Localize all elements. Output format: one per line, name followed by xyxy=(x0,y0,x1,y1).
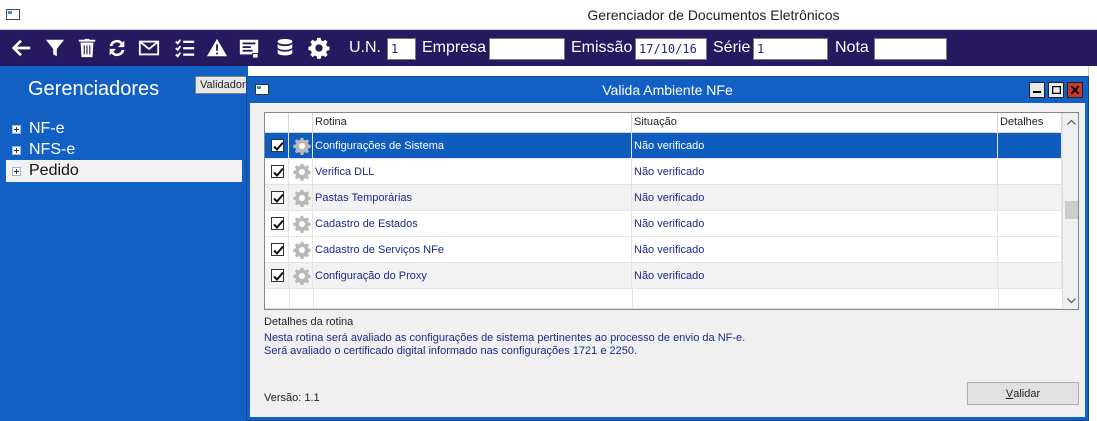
un-input[interactable] xyxy=(387,38,416,60)
sidebar-item-label: NF-e xyxy=(29,120,65,137)
emissao-label: Emissão xyxy=(571,39,633,56)
scroll-down-icon[interactable] xyxy=(1063,292,1078,309)
sidebar-item-pedido[interactable]: Pedido xyxy=(6,160,242,182)
window-title: Gerenciador de Documentos Eletrônicos xyxy=(587,7,840,23)
maximize-button[interactable] xyxy=(1048,82,1064,98)
grid-header: Rotina Situação Detalhes xyxy=(265,113,1062,133)
details-line: Nesta rotina será avaliado as configuraç… xyxy=(264,332,746,344)
row-situacao: Não verificado xyxy=(632,263,998,289)
empty-row xyxy=(265,289,1062,309)
back-arrow-icon[interactable] xyxy=(8,36,34,60)
serie-input[interactable] xyxy=(753,38,828,60)
validar-accelerator: V xyxy=(1005,387,1014,400)
validar-label: alidar xyxy=(1013,387,1041,400)
close-button[interactable] xyxy=(1067,82,1083,98)
row-checkbox[interactable] xyxy=(271,165,284,178)
gear-icon xyxy=(293,137,311,155)
table-row[interactable]: Verifica DLL Não verificado xyxy=(265,159,1062,185)
row-checkbox[interactable] xyxy=(271,217,284,230)
gear-icon xyxy=(293,267,311,285)
row-detalhes xyxy=(998,185,1062,211)
filter-icon[interactable] xyxy=(42,36,68,60)
table-row[interactable]: Configuração do Proxy Não verificado xyxy=(265,263,1062,289)
table-row[interactable]: Configurações de Sistema Não verificado xyxy=(265,133,1062,159)
sidebar-item-nfse[interactable]: NFS-e xyxy=(6,139,242,161)
header-check-col xyxy=(265,113,289,133)
gear-icon xyxy=(293,163,311,181)
details-text: Nesta rotina será avaliado as configuraç… xyxy=(264,332,745,358)
empresa-label: Empresa xyxy=(422,39,487,56)
warning-icon[interactable] xyxy=(204,36,230,60)
table-row[interactable]: Cadastro de Serviços NFe Não verificado xyxy=(265,237,1062,263)
sidebar-item-label: NFS-e xyxy=(29,141,76,158)
row-rotina: Cadastro de Serviços NFe xyxy=(313,237,632,263)
row-detalhes xyxy=(998,263,1062,289)
row-situacao: Não verificado xyxy=(632,237,998,263)
row-rotina: Pastas Temporárias xyxy=(313,185,632,211)
row-situacao: Não verificado xyxy=(632,133,998,159)
un-label: U.N. xyxy=(349,39,381,56)
checklist-icon[interactable] xyxy=(172,36,198,60)
row-detalhes xyxy=(998,211,1062,237)
database-icon[interactable] xyxy=(272,36,298,60)
gear-icon xyxy=(293,241,311,259)
sidebar-item-nfe[interactable]: NF-e xyxy=(6,118,242,140)
rotinas-grid: Rotina Situação Detalhes Configurações d… xyxy=(264,112,1079,310)
details-label: Detalhes da rotina xyxy=(264,316,354,328)
background-panel xyxy=(1088,66,1097,421)
validador-tooltip: Validador xyxy=(195,76,251,94)
valida-ambiente-dialog: Valida Ambiente NFe Rotina Situação Deta… xyxy=(246,76,1089,421)
row-situacao: Não verificado xyxy=(632,211,998,237)
row-rotina: Configuração do Proxy xyxy=(313,263,632,289)
row-checkbox[interactable] xyxy=(271,139,284,152)
table-row[interactable]: Cadastro de Estados Não verificado xyxy=(265,211,1062,237)
gear-icon[interactable] xyxy=(306,36,332,60)
scroll-up-icon[interactable] xyxy=(1063,113,1078,130)
nota-label: Nota xyxy=(835,39,869,56)
refresh-icon[interactable] xyxy=(104,36,130,60)
row-rotina: Configurações de Sistema xyxy=(313,133,632,159)
window-title-bar: Gerenciador de Documentos Eletrônicos xyxy=(0,0,1097,30)
header-rotina[interactable]: Rotina xyxy=(313,113,632,133)
emissao-input[interactable] xyxy=(635,38,707,60)
details-line: Será avaliado o certificado digital info… xyxy=(264,345,638,357)
row-checkbox[interactable] xyxy=(271,191,284,204)
scroll-thumb[interactable] xyxy=(1065,201,1078,219)
gear-icon xyxy=(293,215,311,233)
row-detalhes xyxy=(998,237,1062,263)
row-checkbox[interactable] xyxy=(271,269,284,282)
row-situacao: Não verificado xyxy=(632,185,998,211)
validar-button[interactable]: Validar xyxy=(967,382,1079,405)
table-row[interactable]: Pastas Temporárias Não verificado xyxy=(265,185,1062,211)
version-label: Versão: 1.1 xyxy=(264,392,320,404)
row-rotina: Cadastro de Estados xyxy=(313,211,632,237)
gear-icon xyxy=(293,189,311,207)
sidebar-heading: Gerenciadores xyxy=(28,78,160,100)
expand-icon[interactable] xyxy=(12,145,21,155)
toolbar: U.N. Empresa Emissão Série Nota xyxy=(0,30,1097,66)
sidebar: Gerenciadores Validador NF-e NFS-e Pedid… xyxy=(0,66,251,421)
expand-icon[interactable] xyxy=(12,124,21,134)
trash-icon[interactable] xyxy=(74,36,100,60)
serie-label: Série xyxy=(713,39,751,56)
grid-scrollbar[interactable] xyxy=(1062,113,1078,309)
expand-icon[interactable] xyxy=(12,166,21,176)
header-situacao[interactable]: Situação xyxy=(632,113,998,133)
header-detalhes[interactable]: Detalhes xyxy=(998,113,1062,133)
dialog-body: Rotina Situação Detalhes Configurações d… xyxy=(250,103,1085,417)
dialog-title-bar: Valida Ambiente NFe xyxy=(247,77,1088,103)
row-detalhes xyxy=(998,159,1062,185)
row-checkbox[interactable] xyxy=(271,243,284,256)
document-icon[interactable] xyxy=(236,36,262,60)
row-detalhes xyxy=(998,133,1062,159)
dialog-title: Valida Ambiente NFe xyxy=(602,82,733,98)
row-rotina: Verifica DLL xyxy=(313,159,632,185)
sidebar-item-label: Pedido xyxy=(29,162,79,179)
nota-input[interactable] xyxy=(874,38,947,60)
row-situacao: Não verificado xyxy=(632,159,998,185)
envelope-icon[interactable] xyxy=(136,36,162,60)
empresa-input[interactable] xyxy=(489,38,565,60)
minimize-button[interactable] xyxy=(1029,82,1045,98)
header-icon-col xyxy=(289,113,313,133)
